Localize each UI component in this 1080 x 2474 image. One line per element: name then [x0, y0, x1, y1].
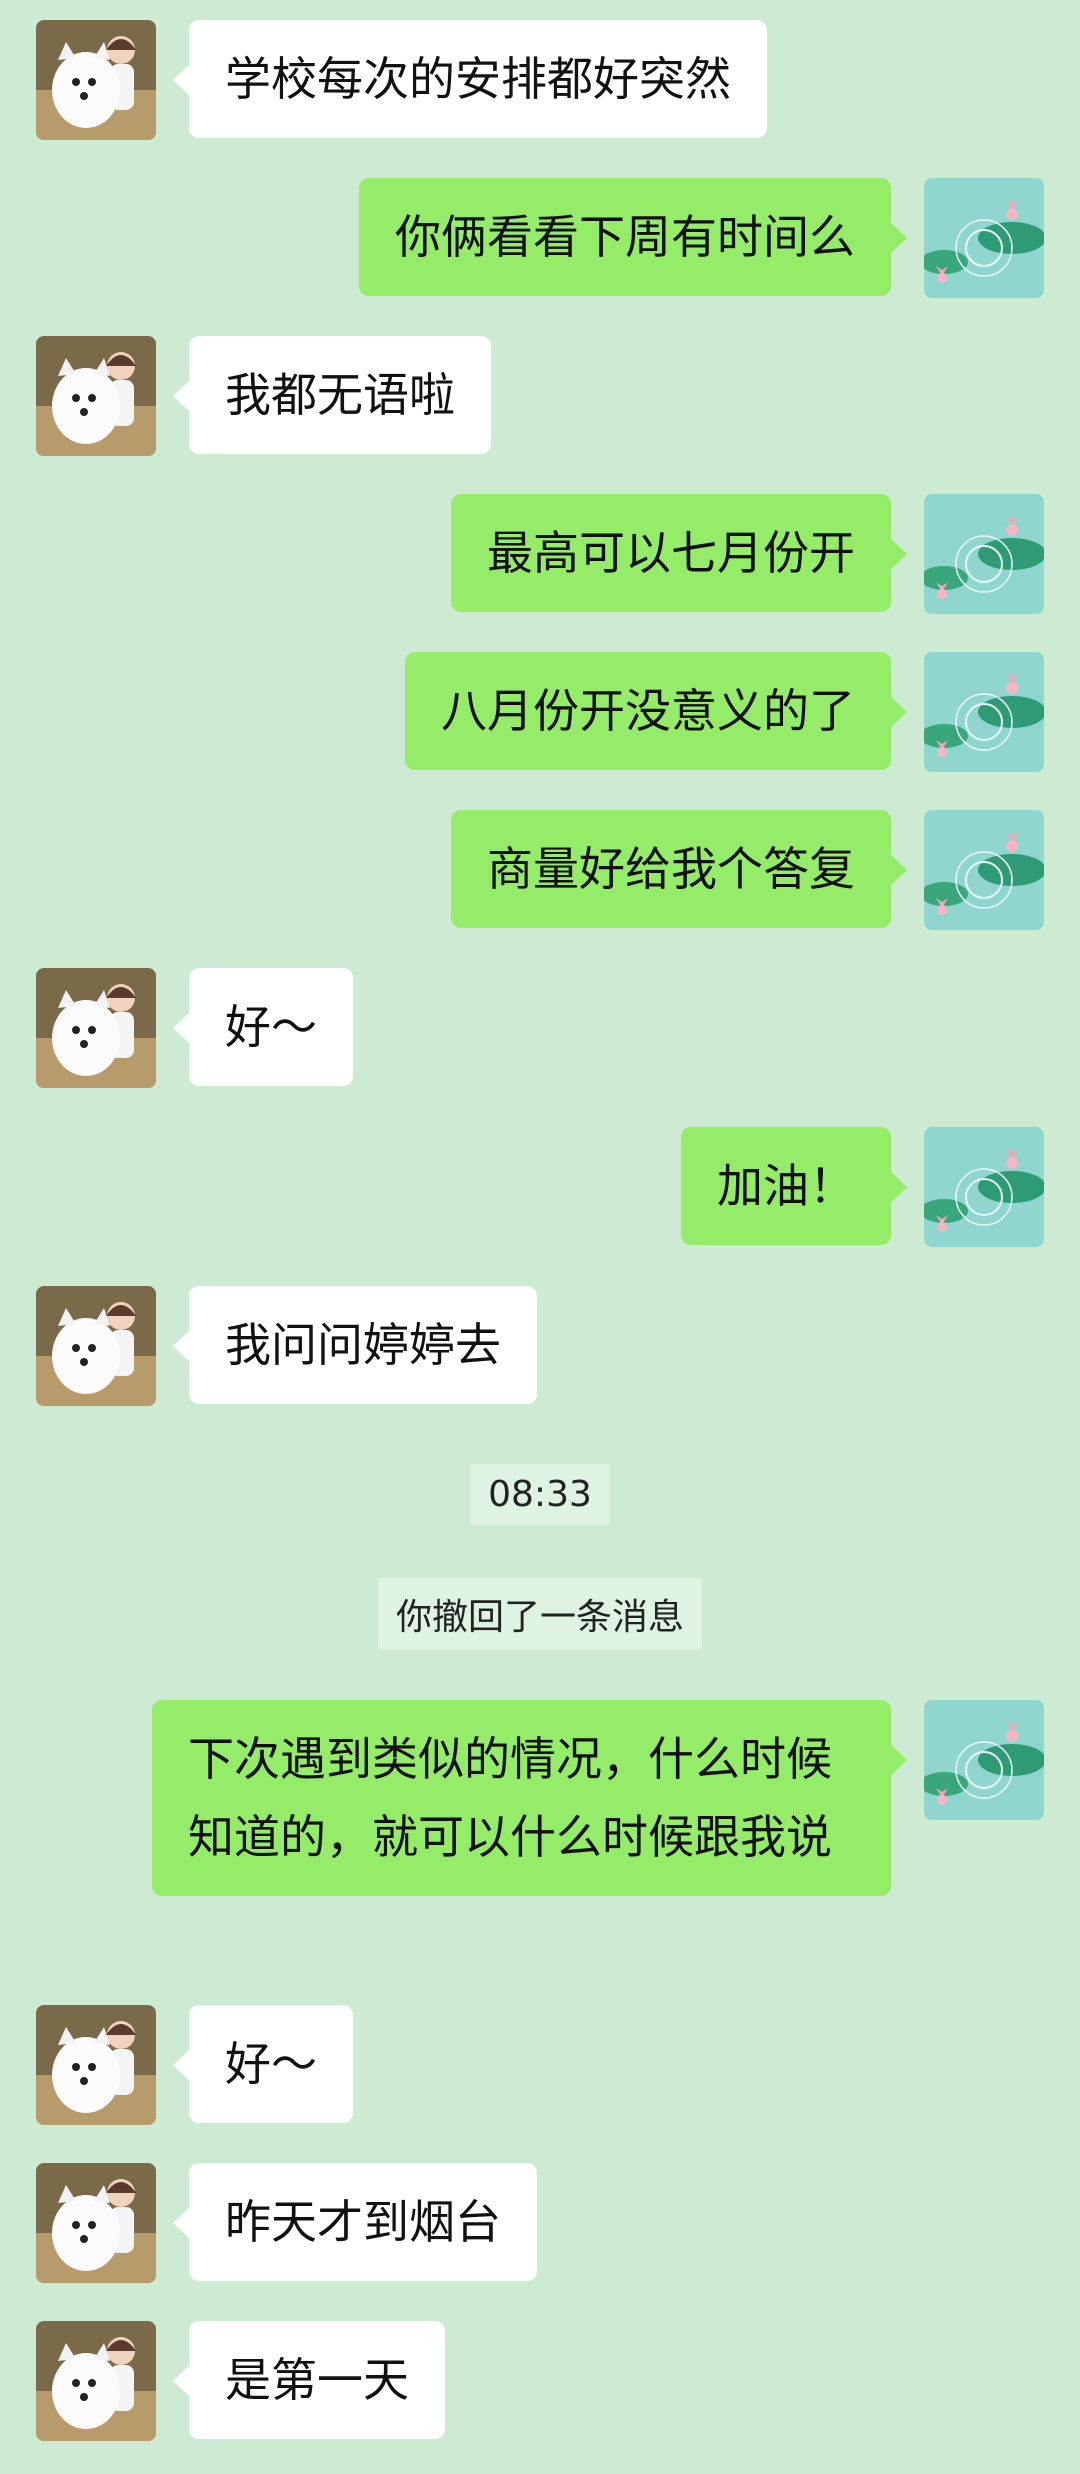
contact-avatar-icon[interactable] — [36, 2163, 156, 2283]
self-avatar-icon[interactable] — [924, 178, 1044, 298]
message-bubble-outgoing[interactable]: 商量好给我个答复 — [451, 810, 907, 928]
message-bubble-incoming[interactable]: 我问问婷婷去 — [173, 1286, 537, 1404]
system-notice-row: 你撤回了一条消息 — [0, 1578, 1080, 1650]
contact-avatar-icon[interactable] — [36, 336, 156, 456]
contact-avatar-icon[interactable] — [36, 2005, 156, 2125]
message-bubble-outgoing[interactable]: 加油！ — [681, 1127, 907, 1245]
message-bubble-incoming[interactable]: 好～ — [173, 2005, 353, 2123]
contact-avatar-icon[interactable] — [36, 20, 156, 140]
contact-avatar-icon[interactable] — [36, 968, 156, 1088]
message-bubble-incoming[interactable]: 我都无语啦 — [173, 336, 491, 454]
contact-avatar-icon[interactable] — [36, 2321, 156, 2441]
message-bubble-incoming[interactable]: 是第一天 — [173, 2321, 445, 2439]
timestamp-row: 08:33 — [0, 1464, 1080, 1525]
timestamp-label: 08:33 — [470, 1464, 610, 1525]
message-bubble-outgoing[interactable]: 最高可以七月份开 — [451, 494, 907, 612]
recall-notice[interactable]: 你撤回了一条消息 — [377, 1578, 702, 1650]
self-avatar-icon[interactable] — [924, 810, 1044, 930]
message-bubble-incoming[interactable]: 昨天才到烟台 — [173, 2163, 537, 2281]
self-avatar-icon[interactable] — [924, 494, 1044, 614]
self-avatar-icon[interactable] — [924, 652, 1044, 772]
message-bubble-incoming[interactable]: 好～ — [173, 968, 353, 1086]
self-avatar-icon[interactable] — [924, 1127, 1044, 1247]
message-bubble-outgoing[interactable]: 八月份开没意义的了 — [405, 652, 907, 770]
message-bubble-outgoing[interactable]: 你俩看看下周有时间么 — [359, 178, 907, 296]
contact-avatar-icon[interactable] — [36, 1286, 156, 1406]
self-avatar-icon[interactable] — [924, 1700, 1044, 1820]
message-bubble-incoming[interactable]: 学校每次的安排都好突然 — [173, 20, 767, 138]
message-bubble-outgoing[interactable]: 下次遇到类似的情况，什么时候知道的，就可以什么时候跟我说 — [152, 1700, 907, 1896]
